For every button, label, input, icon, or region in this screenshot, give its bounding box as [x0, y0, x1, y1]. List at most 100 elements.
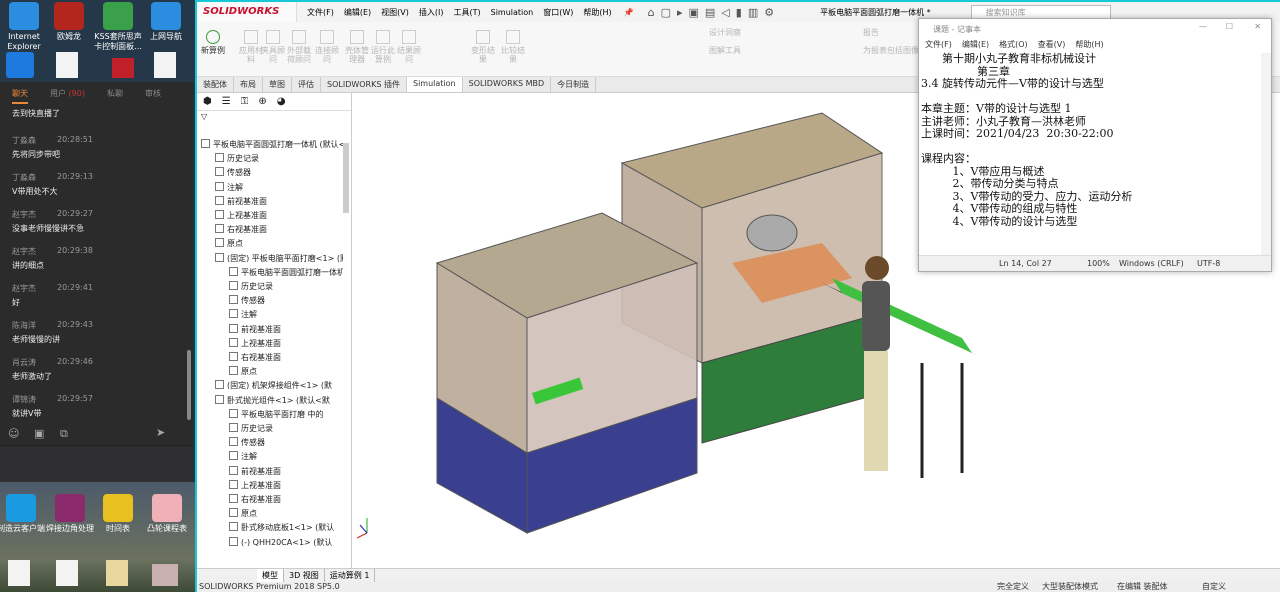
tree-item[interactable]: 前视基准面 — [229, 465, 343, 477]
desktop-icon-omron[interactable]: 欧姆龙 — [45, 2, 93, 42]
screenshot-icon[interactable]: ⧉ — [60, 427, 68, 441]
tree-item[interactable]: 平板电脑平面圆弧打磨一体机 — [229, 266, 343, 278]
tree-item[interactable]: 原点 — [229, 508, 343, 519]
desktop-icon-nav[interactable]: 上网导航 — [142, 2, 190, 42]
tree-item[interactable]: 右视基准面 — [229, 494, 343, 505]
emoji-icon[interactable]: ☺ — [8, 427, 19, 440]
menu-item[interactable]: 帮助(H) — [583, 8, 611, 17]
notepad-menu-item[interactable]: 格式(O) — [999, 40, 1028, 49]
chat-input[interactable] — [0, 446, 193, 482]
menu-item[interactable]: 视图(V) — [381, 8, 409, 17]
tab-2[interactable]: 草图 — [263, 77, 292, 92]
ribbon-button[interactable]: 结果顾问 — [395, 30, 423, 64]
quick-access-toolbar[interactable]: ⌂▢▸▣▤◁▮▥⚙ — [648, 6, 780, 19]
tab-3[interactable]: 评估 — [292, 77, 321, 92]
tab-review[interactable]: 审核 — [145, 88, 161, 104]
desktop-icon-rar[interactable]: 焊接边角处理 — [44, 494, 96, 534]
tree-item[interactable]: 上视基准面 — [215, 210, 343, 221]
tree-item[interactable]: 传感器 — [215, 167, 343, 178]
tree-scrollbar[interactable] — [343, 143, 349, 213]
tree-item[interactable]: 右视基准面 — [215, 224, 343, 235]
notepad-menu-item[interactable]: 查看(V) — [1038, 40, 1066, 49]
tree-item[interactable]: 上视基准面 — [229, 337, 343, 349]
folder-icon[interactable] — [106, 560, 128, 586]
menu-item[interactable]: 工具(T) — [453, 8, 480, 17]
search-knowledge-input[interactable]: 搜索知识库 — [970, 5, 1111, 19]
tree-item[interactable]: 右视基准面 — [229, 352, 343, 363]
tree-item[interactable]: 注解 — [229, 309, 343, 320]
desktop-icon-cam[interactable]: 凸轮课程表 — [140, 494, 194, 534]
tab-6[interactable]: SOLIDWORKS MBD — [463, 77, 552, 92]
tab-0[interactable]: 装配体 — [197, 77, 234, 92]
tree-item[interactable]: 平板电脑平面圆弧打磨一体机 (默认< — [201, 139, 343, 150]
desktop-icon-ie[interactable]: Internet Explorer — [0, 2, 48, 52]
new-study-button[interactable]: 新算例 — [199, 30, 227, 55]
menu-item[interactable]: 文件(F) — [307, 8, 334, 17]
ribbon-button[interactable]: 壳体管理器 — [343, 30, 371, 64]
chat-scrollbar[interactable] — [187, 350, 191, 420]
tree-item[interactable]: (固定) 机架焊接组件<1> (默 — [215, 380, 343, 391]
tree-item[interactable]: 原点 — [215, 238, 343, 249]
tree-panel-tabs[interactable]: ⬢ ☰ ⚿ ⊕ ◕ — [197, 93, 351, 111]
tree-item[interactable]: (固定) 平板电脑平面打磨<1> (默 — [215, 252, 343, 264]
notepad-menu-item[interactable]: 帮助(H) — [1075, 40, 1103, 49]
ribbon-button[interactable]: 设计洞察 — [709, 28, 741, 37]
tree-item[interactable]: 历史记录 — [215, 153, 343, 164]
solidworks-icon[interactable] — [112, 58, 134, 78]
tree-item[interactable]: 卧式移动底板1<1> (默认 — [229, 522, 343, 533]
tab-users[interactable]: 用户 (90) — [50, 88, 85, 104]
menu-item[interactable]: Simulation — [491, 8, 534, 17]
tree-item[interactable]: (-) QHH20CA<1> (默认 — [229, 536, 343, 548]
drive-icon[interactable] — [152, 564, 178, 586]
tab-1[interactable]: 布局 — [234, 77, 263, 92]
bottom-tab-1[interactable]: 3D 视图 — [284, 569, 325, 582]
close-button[interactable]: ✕ — [1254, 22, 1261, 31]
ribbon-button[interactable]: 比较结果 — [499, 30, 527, 64]
tree-item[interactable]: 原点 — [229, 366, 343, 377]
filter-icon[interactable]: ▽ — [197, 111, 351, 125]
tree-item[interactable]: 注解 — [229, 451, 343, 462]
bottom-tab-0[interactable]: 模型 — [257, 569, 284, 582]
tab-chat[interactable]: 聊天 — [12, 88, 28, 104]
tencent-icon[interactable] — [6, 52, 34, 78]
tree-item[interactable]: 上视基准面 — [229, 479, 343, 491]
ribbon-button[interactable]: 为报表包括图像 — [863, 46, 919, 55]
desktop-icon-cloud[interactable]: 制造云客户端 — [0, 494, 46, 534]
ribbon-button[interactable]: 报告 — [863, 28, 879, 37]
maximize-button[interactable]: ☐ — [1226, 22, 1233, 31]
tab-private[interactable]: 私聊 — [107, 88, 123, 104]
desktop-icon-dwg[interactable]: 时间表 — [94, 494, 142, 534]
ribbon-button[interactable]: 图解工具 — [709, 46, 741, 55]
tab-7[interactable]: 今日制造 — [551, 77, 597, 92]
ribbon-button[interactable]: 外部载荷顾问 — [285, 30, 313, 64]
tree-item[interactable]: 历史记录 — [229, 423, 343, 434]
image-icon[interactable]: ▣ — [34, 427, 44, 440]
desktop-icon-kss[interactable]: KSS套所思声卡控制面板... — [92, 2, 144, 52]
bottom-tab-2[interactable]: 运动算例 1 — [325, 569, 376, 582]
tree-item[interactable]: 注解 — [215, 181, 343, 193]
ribbon-button[interactable]: 连接顾问 — [313, 30, 341, 64]
notepad-menu-item[interactable]: 编辑(E) — [962, 40, 989, 49]
ribbon-button[interactable]: 变形结果 — [469, 30, 497, 64]
tree-item[interactable]: 传感器 — [229, 295, 343, 306]
tab-4[interactable]: SOLIDWORKS 插件 — [321, 77, 407, 92]
menu-item[interactable]: 插入(I) — [419, 8, 444, 17]
tree-item[interactable]: 传感器 — [229, 437, 343, 448]
tree-item[interactable]: 平板电脑平面打磨 中的 — [229, 408, 343, 420]
menu-item[interactable]: 编辑(E) — [344, 8, 371, 17]
ribbon-button[interactable]: 运行此算例 — [369, 30, 397, 64]
tree-item[interactable]: 前视基准面 — [215, 195, 343, 207]
word-icon[interactable] — [56, 560, 78, 586]
notepad-text-area[interactable]: 第十期小丸子教育非标机械设计 第三章 3.4 旋转传动元件—V带的设计与选型 本章主… — [919, 52, 1261, 255]
tree-item[interactable]: 历史记录 — [229, 281, 343, 292]
tree-item[interactable]: 卧式抛光组件<1> (默认<默 — [215, 394, 343, 406]
pin-icon[interactable]: 📌 — [624, 8, 634, 17]
minimize-button[interactable]: — — [1199, 22, 1207, 31]
tree-item[interactable]: 前视基准面 — [229, 323, 343, 335]
tab-5[interactable]: Simulation — [406, 77, 463, 92]
word-icon[interactable] — [56, 52, 78, 78]
menu-item[interactable]: 窗口(W) — [543, 8, 573, 17]
ribbon-button[interactable]: 夹具顾问 — [259, 30, 287, 64]
excel-icon[interactable] — [8, 560, 30, 586]
notepad-scrollbar[interactable] — [1261, 53, 1271, 255]
